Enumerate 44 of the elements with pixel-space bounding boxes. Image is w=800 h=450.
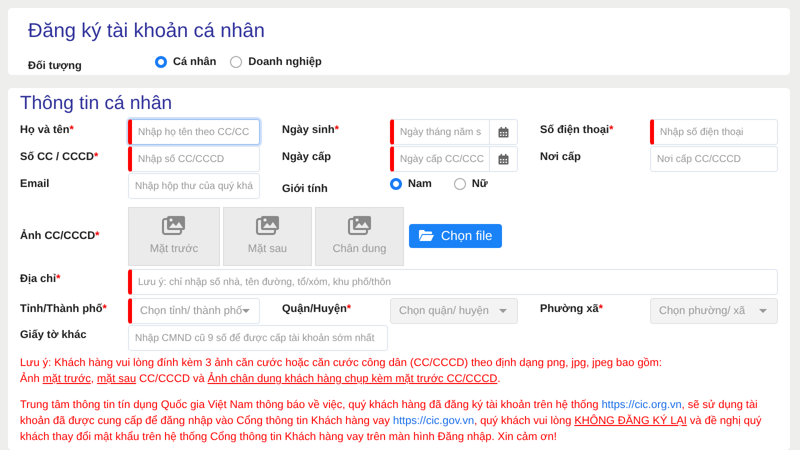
photo-upload-tile[interactable]: Chân dung	[315, 207, 404, 266]
image-icon	[348, 215, 372, 236]
calendar-button[interactable]	[490, 146, 518, 172]
field-label: Nơi cấp	[540, 150, 582, 165]
calendar-icon	[498, 154, 509, 164]
field-label: Quận/Huyện*	[282, 302, 352, 317]
field-label: Phường xã*	[540, 302, 604, 317]
notice-text: Trung tâm thông tin tín dụng Quốc gia Việt Nam thông báo về việc, quý khách hàng đã đăng ký tài khoản trên hệ thống https://cic.org.vn, sẽ sử dụng tài khoản đã được cung cấp để đăng nhập vào Cổng thông tin Khách hàng vay https://cic.gov.vn, quý khách vui lòng KHÔNG ĐĂNG KÝ LẠI và đề nghị quý khách thay đổi mật khẩu trên hệ thống Cổng thông tin Khách hàng vay trên màn hình Đăng nhập. Xin cảm ơn!	[20, 398, 762, 445]
notice-text: Lưu ý: Khách hàng vui lòng đính kèm 3 ảnh căn cước hoặc căn cước công dân (CC/CCCD) theo định dạng png, jpg, jpeg bao gồm: Ảnh mặt trước, mặt sau CC/CCCD và Ảnh chân dung khách hàng chụp kèm mặt trước CC/CCCD.	[20, 356, 663, 387]
field-label: Ảnh CC/CCCD*	[20, 228, 100, 244]
page-title: Đăng ký tài khoản cá nhân	[28, 19, 266, 44]
field-label: Ngày cấp	[282, 150, 332, 165]
link[interactable]: https://cic.gov.vn	[392, 415, 474, 427]
folder-icon	[419, 230, 434, 241]
choose-file-button[interactable]: Chọn file	[409, 224, 502, 248]
image-icon	[162, 215, 186, 236]
radio-option[interactable]: Nam	[390, 176, 432, 192]
field-label: Tỉnh/Thành phố*	[20, 302, 108, 317]
image-icon	[256, 215, 280, 236]
photo-upload-tile[interactable]: Mặt trước	[128, 207, 220, 266]
photo-upload-tile[interactable]: Mặt sau	[223, 207, 312, 266]
caret-icon	[759, 309, 767, 313]
field-label: Họ và tên*	[20, 123, 75, 138]
field-label: Số CC / CCCD*	[20, 150, 100, 165]
field-label: Email	[20, 177, 50, 192]
field-label: Đối tượng	[28, 59, 83, 74]
field-label: Số điện thoại*	[540, 123, 614, 138]
date-field[interactable]: Ngày cấp CC/CCC	[390, 146, 490, 172]
field-label: Giới tính	[282, 182, 329, 197]
section-title: Thông tin cá nhân	[20, 92, 174, 116]
field-label: Địa chỉ*	[20, 272, 62, 287]
field-label: Giấy tờ khác	[20, 328, 88, 343]
caret-icon	[499, 309, 507, 313]
input-field[interactable]: Nhập họ tên theo CC/CC	[128, 119, 260, 145]
radio-option[interactable]: Nữ	[454, 176, 488, 192]
radio-option[interactable]: Doanh nghiệp	[230, 54, 322, 70]
field-label: Ngày sinh*	[282, 123, 340, 138]
calendar-icon	[498, 126, 509, 138]
caret-icon	[242, 309, 250, 313]
date-field[interactable]: Ngày tháng năm s	[390, 119, 490, 145]
radio-option[interactable]: Cá nhân	[155, 54, 216, 70]
calendar-button[interactable]	[490, 119, 518, 145]
link[interactable]: https://cic.org.vn	[602, 399, 682, 411]
dropdown[interactable]: Chọn tỉnh/ thành phố	[128, 298, 260, 324]
